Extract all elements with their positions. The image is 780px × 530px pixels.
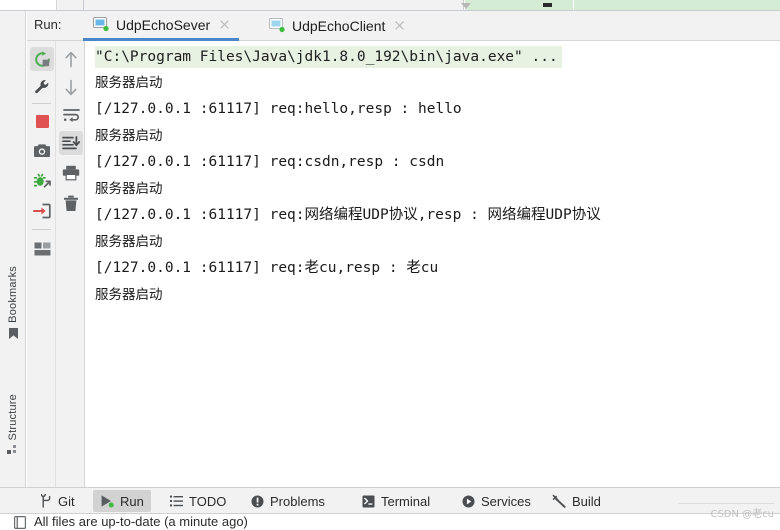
watermark: CSDN @老cu [710, 509, 774, 520]
status-label-todo: TODO [189, 493, 227, 509]
console-window-icon [269, 18, 285, 33]
layout-icon[interactable] [30, 237, 54, 261]
trash-icon[interactable] [59, 191, 83, 215]
arrow-down-icon[interactable] [59, 75, 83, 99]
tab-udpechoclient[interactable]: UdpEchoClient [259, 11, 414, 40]
left-vertical-toolbar: Bookmarks Structure [0, 11, 26, 487]
sync-status-text: All files are up-to-date (a minute ago) [34, 514, 248, 529]
status-label-problems: Problems [270, 493, 325, 509]
console-line: [/127.0.0.1 :61117] req:网络编程UDP协议,resp :… [95, 207, 601, 223]
rerun-icon[interactable] [30, 47, 54, 71]
run-tabs-row: Run: UdpEchoSever UdpEchoClient [27, 11, 780, 41]
status-item-services[interactable]: Services [455, 490, 538, 512]
services-icon [462, 495, 475, 508]
sidebar-item-bookmarks[interactable]: Bookmarks [0, 266, 26, 340]
status-label-terminal: Terminal [381, 493, 431, 509]
console-line: 服务器启动 [95, 234, 163, 250]
status-item-problems[interactable]: Problems [244, 490, 332, 512]
console-line: 服务器启动 [95, 287, 163, 303]
status-item-git[interactable]: Git [34, 490, 82, 512]
console-line: "C:\Program Files\Java\jdk1.8.0_192\bin\… [95, 46, 562, 68]
sidebar-item-structure[interactable]: Structure [0, 394, 26, 456]
console-line: 服务器启动 [95, 75, 163, 91]
arrow-up-icon[interactable] [59, 47, 83, 71]
git-branch-icon [41, 494, 52, 508]
soft-wrap-icon[interactable] [59, 103, 83, 127]
export-icon[interactable] [30, 199, 54, 223]
console-line: [/127.0.0.1 :61117] req:老cu,resp : 老cu [95, 260, 439, 276]
editor-sliver [0, 0, 780, 11]
sliver-segment-b [84, 0, 464, 10]
watermark-rule [678, 503, 774, 504]
run-window: Run: UdpEchoSever UdpEchoClient "C:\Prog… [27, 11, 780, 487]
sliver-marker-icon [543, 3, 552, 7]
status-item-todo[interactable]: TODO [163, 490, 233, 512]
status-label-run: Run [120, 493, 144, 509]
bookmark-icon [8, 327, 19, 340]
sliver-segment-left [0, 0, 57, 10]
bottom-sync-strip: All files are up-to-date (a minute ago) [0, 513, 780, 530]
console-output[interactable]: "C:\Program Files\Java\jdk1.8.0_192\bin\… [87, 41, 780, 487]
sidebar-label-structure: Structure [7, 394, 19, 441]
console-line: 服务器启动 [95, 181, 163, 197]
sliver-inspection-green-a [465, 0, 573, 10]
console-window-icon [93, 17, 109, 32]
tab-label-udpechoclient: UdpEchoClient [292, 17, 386, 34]
sidebar-label-bookmarks: Bookmarks [7, 266, 19, 323]
stop-icon[interactable] [30, 109, 54, 133]
toolbar-separator [32, 229, 51, 230]
status-label-build: Build [572, 493, 601, 509]
wrench-icon[interactable] [30, 75, 54, 99]
idea-run-tool-window: Bookmarks Structure Run: UdpEchoSever Ud… [0, 0, 780, 530]
close-icon[interactable] [393, 19, 406, 32]
status-item-run[interactable]: Run [93, 490, 151, 512]
run-toolbar-secondary [56, 41, 85, 487]
build-hammer-icon [552, 494, 566, 508]
camera-icon[interactable] [30, 139, 54, 163]
console-line: 服务器启动 [95, 128, 163, 144]
sliver-segment-a [57, 0, 84, 10]
tab-label-udpechosever: UdpEchoSever [116, 16, 211, 33]
todo-list-icon [170, 495, 183, 507]
terminal-icon [362, 495, 375, 508]
run-play-icon [100, 494, 114, 508]
debug-restore-icon[interactable] [30, 169, 54, 193]
status-label-services: Services [481, 493, 531, 509]
status-label-git: Git [58, 493, 75, 509]
structure-grid-icon [7, 444, 19, 456]
sliver-caret-icon [461, 3, 471, 9]
print-icon[interactable] [59, 161, 83, 185]
sliver-inspection-green-b [574, 0, 780, 10]
status-item-build[interactable]: Build [545, 490, 608, 512]
problems-icon [251, 495, 264, 508]
run-toolbar-primary [27, 41, 56, 487]
close-icon[interactable] [218, 18, 231, 31]
console-line: [/127.0.0.1 :61117] req:csdn,resp : csdn [95, 154, 445, 170]
tab-udpechosever[interactable]: UdpEchoSever [83, 11, 240, 41]
console-line: [/127.0.0.1 :61117] req:hello,resp : hel… [95, 101, 462, 117]
status-item-terminal[interactable]: Terminal [355, 490, 437, 512]
file-sync-icon [14, 516, 26, 529]
scroll-to-end-icon[interactable] [59, 131, 83, 155]
status-bar: Git Run TODO Problems Terminal Services … [0, 487, 780, 513]
toolbar-separator [32, 103, 51, 104]
run-label: Run: [34, 17, 62, 32]
